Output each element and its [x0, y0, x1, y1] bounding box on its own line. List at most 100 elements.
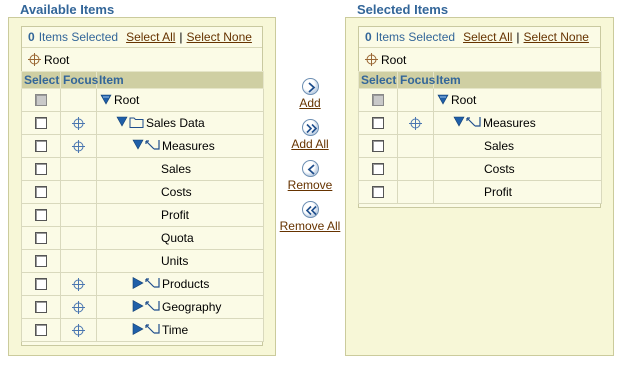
- add-label[interactable]: Add: [299, 96, 320, 110]
- row-select-checkbox[interactable]: [35, 301, 47, 313]
- row-select-checkbox[interactable]: [35, 232, 47, 244]
- focus-crosshair-icon[interactable]: [72, 117, 85, 131]
- selected-focus-root[interactable]: Root: [359, 48, 600, 71]
- dimension-icon[interactable]: [453, 115, 481, 132]
- selected-items-panel: 0 Items Selected Select All | Select Non…: [345, 17, 614, 356]
- selected-items-title: Selected Items: [357, 2, 449, 17]
- row-select-checkbox[interactable]: [35, 209, 47, 221]
- focus-cell: [60, 111, 97, 135]
- item-cell: Sales: [96, 157, 264, 181]
- row-select-checkbox[interactable]: [35, 324, 47, 336]
- focus-crosshair-icon: [365, 53, 378, 66]
- shuttle-buttons: Add Add All Remove Remove All: [276, 76, 344, 236]
- select-cell: [358, 134, 398, 158]
- row-select-checkbox[interactable]: [35, 117, 47, 129]
- item-column-header: Item: [96, 71, 264, 89]
- focus-crosshair-icon[interactable]: [409, 117, 422, 131]
- row-select-checkbox[interactable]: [35, 163, 47, 175]
- add-all-label[interactable]: Add All: [291, 137, 328, 151]
- tree-row: Quota: [21, 226, 264, 250]
- expanded-triangle-icon[interactable]: [100, 93, 112, 108]
- row-select-checkbox[interactable]: [372, 117, 384, 129]
- focus-crosshair-icon[interactable]: [72, 301, 85, 315]
- focus-cell: [60, 249, 97, 273]
- row-select-checkbox[interactable]: [372, 140, 384, 152]
- item-content: Measures: [434, 115, 601, 132]
- tree-row: Profit: [358, 180, 602, 204]
- collapsed-dimension-icon[interactable]: [132, 322, 160, 339]
- remove-all-button[interactable]: Remove All: [276, 201, 344, 233]
- dimension-icon[interactable]: [132, 138, 160, 155]
- item-label: Costs: [161, 185, 192, 199]
- tree-row: Sales Data: [21, 111, 264, 135]
- item-content: Time: [97, 322, 263, 339]
- item-label: Costs: [484, 162, 515, 176]
- available-select-all-link[interactable]: Select All: [126, 30, 175, 44]
- available-items-box: 0 Items Selected Select All | Select Non…: [21, 26, 264, 346]
- item-cell: Profit: [433, 180, 602, 204]
- available-items-panel: 0 Items Selected Select All | Select Non…: [8, 17, 276, 356]
- item-content: Costs: [434, 162, 601, 176]
- select-cell: [21, 88, 61, 112]
- row-select-checkbox[interactable]: [35, 186, 47, 198]
- row-select-checkbox[interactable]: [372, 163, 384, 175]
- focus-cell: [60, 203, 97, 227]
- selected-select-none-link[interactable]: Select None: [524, 30, 589, 44]
- select-cell: [358, 157, 398, 181]
- focus-cell: [397, 180, 434, 204]
- focus-crosshair-icon[interactable]: [72, 278, 85, 292]
- row-select-checkbox[interactable]: [372, 186, 384, 198]
- item-label: Sales: [484, 139, 515, 153]
- item-label: Products: [162, 277, 210, 291]
- remove-label[interactable]: Remove: [288, 178, 333, 192]
- focus-crosshair-icon: [28, 53, 41, 66]
- available-select-none-link[interactable]: Select None: [187, 30, 252, 44]
- collapsed-dimension-icon[interactable]: [132, 276, 160, 293]
- move-right-icon: [301, 78, 319, 95]
- tree-row: Sales: [358, 134, 602, 158]
- focus-cell: [397, 88, 434, 112]
- item-label: Sales: [161, 162, 192, 176]
- separator: |: [179, 30, 183, 44]
- item-label: Geography: [162, 300, 222, 314]
- select-cell: [21, 157, 61, 181]
- selected-select-all-link[interactable]: Select All: [463, 30, 512, 44]
- row-select-checkbox[interactable]: [35, 278, 47, 290]
- item-label: Time: [162, 323, 189, 337]
- available-items-title: Available Items: [20, 2, 115, 17]
- item-cell: Quota: [96, 226, 264, 250]
- add-all-button[interactable]: Add All: [276, 119, 344, 151]
- focus-cell: [397, 134, 434, 158]
- item-cell: Profit: [96, 203, 264, 227]
- focus-crosshair-icon[interactable]: [72, 324, 85, 338]
- collapsed-dimension-icon[interactable]: [132, 299, 160, 316]
- focus-cell: [60, 318, 97, 342]
- select-cell: [358, 111, 398, 135]
- row-select-checkbox[interactable]: [35, 140, 47, 152]
- expanded-triangle-icon[interactable]: [437, 93, 449, 108]
- select-cell: [21, 318, 61, 342]
- select-cell: [21, 272, 61, 296]
- tree-row: Measures: [21, 134, 264, 158]
- item-content: Sales Data: [97, 115, 263, 132]
- select-cell: [21, 295, 61, 319]
- select-column-header: Select: [21, 71, 61, 89]
- focus-cell: [60, 88, 97, 112]
- row-select-checkbox[interactable]: [35, 255, 47, 267]
- item-cell: Units: [96, 249, 264, 273]
- item-cell: Products: [96, 272, 264, 296]
- tree-row: Root: [21, 88, 264, 112]
- focus-crosshair-icon[interactable]: [72, 140, 85, 154]
- focus-cell: [60, 134, 97, 158]
- item-content: Units: [97, 254, 263, 268]
- focus-column-header: Focus: [397, 71, 435, 89]
- folder-icon[interactable]: [116, 115, 144, 132]
- available-focus-root[interactable]: Root: [22, 48, 262, 71]
- focus-cell: [60, 272, 97, 296]
- remove-all-label[interactable]: Remove All: [280, 219, 341, 233]
- tree-row: Sales: [21, 157, 264, 181]
- add-button[interactable]: Add: [276, 78, 344, 110]
- remove-button[interactable]: Remove: [276, 160, 344, 192]
- row-select-checkbox: [372, 94, 384, 106]
- item-label: Sales Data: [146, 116, 205, 130]
